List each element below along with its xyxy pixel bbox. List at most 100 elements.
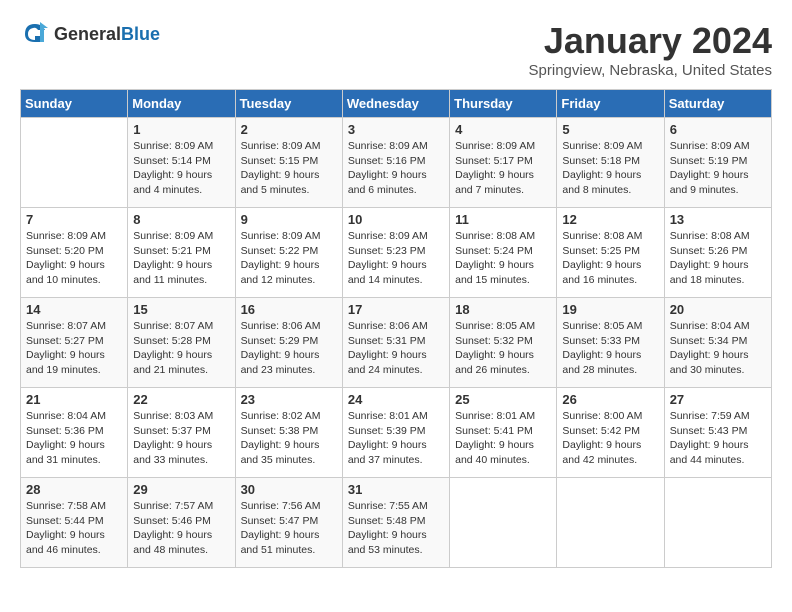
- calendar-cell: 28 Sunrise: 7:58 AM Sunset: 5:44 PM Dayli…: [21, 478, 128, 568]
- column-header-thursday: Thursday: [450, 90, 557, 118]
- calendar-cell: 4Sunrise: 8:09 AM Sunset: 5:17 PM Daylig…: [450, 118, 557, 208]
- week-row-1: 1Sunrise: 8:09 AM Sunset: 5:14 PM Daylig…: [21, 118, 772, 208]
- day-number: 19: [562, 302, 658, 317]
- day-number: 28: [26, 482, 122, 497]
- logo: GeneralBlue: [20, 20, 160, 48]
- calendar-cell: 1Sunrise: 8:09 AM Sunset: 5:14 PM Daylig…: [128, 118, 235, 208]
- day-info: Sunrise: 8:05 AM Sunset: 5:33 PM Dayligh…: [562, 319, 658, 378]
- day-info: Sunrise: 8:08 AM Sunset: 5:26 PM Dayligh…: [670, 229, 766, 288]
- day-number: 31: [348, 482, 444, 497]
- day-info: Sunrise: 7:56 AM Sunset: 5:47 PM Dayligh…: [241, 499, 337, 558]
- calendar-cell: [450, 478, 557, 568]
- location-title: Springview, Nebraska, United States: [529, 62, 772, 79]
- day-number: 24: [348, 392, 444, 407]
- day-number: 17: [348, 302, 444, 317]
- week-row-3: 14 Sunrise: 8:07 AM Sunset: 5:27 PM Dayli…: [21, 298, 772, 388]
- day-number: 30: [241, 482, 337, 497]
- day-info: Sunrise: 8:09 AM Sunset: 5:15 PM Dayligh…: [241, 139, 337, 198]
- day-number: 18: [455, 302, 551, 317]
- day-number: 25: [455, 392, 551, 407]
- day-info: Sunrise: 8:06 AM Sunset: 5:31 PM Dayligh…: [348, 319, 444, 378]
- calendar-cell: 29 Sunrise: 7:57 AM Sunset: 5:46 PM Dayli…: [128, 478, 235, 568]
- day-number: 3: [348, 122, 444, 137]
- calendar-cell: 10 Sunrise: 8:09 AM Sunset: 5:23 PM Dayli…: [342, 208, 449, 298]
- day-number: 9: [241, 212, 337, 227]
- calendar-cell: 9Sunrise: 8:09 AM Sunset: 5:22 PM Daylig…: [235, 208, 342, 298]
- calendar-cell: 17 Sunrise: 8:06 AM Sunset: 5:31 PM Dayli…: [342, 298, 449, 388]
- day-info: Sunrise: 8:02 AM Sunset: 5:38 PM Dayligh…: [241, 409, 337, 468]
- day-info: Sunrise: 7:58 AM Sunset: 5:44 PM Dayligh…: [26, 499, 122, 558]
- calendar-cell: [557, 478, 664, 568]
- calendar-cell: 22 Sunrise: 8:03 AM Sunset: 5:37 PM Dayli…: [128, 388, 235, 478]
- day-number: 29: [133, 482, 229, 497]
- month-title: January 2024: [529, 20, 772, 62]
- day-info: Sunrise: 7:59 AM Sunset: 5:43 PM Dayligh…: [670, 409, 766, 468]
- calendar-cell: 16Sunrise: 8:06 AM Sunset: 5:29 PM Dayli…: [235, 298, 342, 388]
- calendar-cell: 13Sunrise: 8:08 AM Sunset: 5:26 PM Dayli…: [664, 208, 771, 298]
- calendar-cell: 7 Sunrise: 8:09 AM Sunset: 5:20 PM Daylig…: [21, 208, 128, 298]
- calendar-cell: [21, 118, 128, 208]
- calendar-cell: 30 Sunrise: 7:56 AM Sunset: 5:47 PM Dayli…: [235, 478, 342, 568]
- calendar-cell: 3 Sunrise: 8:09 AM Sunset: 5:16 PM Daylig…: [342, 118, 449, 208]
- calendar-cell: [664, 478, 771, 568]
- column-header-sunday: Sunday: [21, 90, 128, 118]
- day-info: Sunrise: 8:09 AM Sunset: 5:16 PM Dayligh…: [348, 139, 444, 198]
- day-number: 15: [133, 302, 229, 317]
- day-info: Sunrise: 8:01 AM Sunset: 5:39 PM Dayligh…: [348, 409, 444, 468]
- day-info: Sunrise: 8:09 AM Sunset: 5:20 PM Dayligh…: [26, 229, 122, 288]
- day-number: 7: [26, 212, 122, 227]
- header-row: SundayMondayTuesdayWednesdayThursdayFrid…: [21, 90, 772, 118]
- day-number: 20: [670, 302, 766, 317]
- day-info: Sunrise: 8:08 AM Sunset: 5:24 PM Dayligh…: [455, 229, 551, 288]
- column-header-tuesday: Tuesday: [235, 90, 342, 118]
- day-number: 21: [26, 392, 122, 407]
- column-header-monday: Monday: [128, 90, 235, 118]
- calendar-cell: 11Sunrise: 8:08 AM Sunset: 5:24 PM Dayli…: [450, 208, 557, 298]
- day-number: 26: [562, 392, 658, 407]
- day-number: 2: [241, 122, 337, 137]
- day-number: 23: [241, 392, 337, 407]
- day-info: Sunrise: 8:03 AM Sunset: 5:37 PM Dayligh…: [133, 409, 229, 468]
- column-header-wednesday: Wednesday: [342, 90, 449, 118]
- calendar-cell: 2 Sunrise: 8:09 AM Sunset: 5:15 PM Daylig…: [235, 118, 342, 208]
- day-info: Sunrise: 8:09 AM Sunset: 5:19 PM Dayligh…: [670, 139, 766, 198]
- day-info: Sunrise: 7:55 AM Sunset: 5:48 PM Dayligh…: [348, 499, 444, 558]
- calendar-cell: 8Sunrise: 8:09 AM Sunset: 5:21 PM Daylig…: [128, 208, 235, 298]
- header: GeneralBlue January 2024 Springview, Neb…: [20, 20, 772, 79]
- calendar-cell: 27 Sunrise: 7:59 AM Sunset: 5:43 PM Dayli…: [664, 388, 771, 478]
- calendar-cell: 24 Sunrise: 8:01 AM Sunset: 5:39 PM Dayli…: [342, 388, 449, 478]
- day-info: Sunrise: 8:09 AM Sunset: 5:17 PM Dayligh…: [455, 139, 551, 198]
- day-info: Sunrise: 8:01 AM Sunset: 5:41 PM Dayligh…: [455, 409, 551, 468]
- day-number: 6: [670, 122, 766, 137]
- day-number: 5: [562, 122, 658, 137]
- calendar-cell: 21 Sunrise: 8:04 AM Sunset: 5:36 PM Dayli…: [21, 388, 128, 478]
- day-number: 8: [133, 212, 229, 227]
- day-info: Sunrise: 8:09 AM Sunset: 5:18 PM Dayligh…: [562, 139, 658, 198]
- week-row-5: 28 Sunrise: 7:58 AM Sunset: 5:44 PM Dayli…: [21, 478, 772, 568]
- calendar-cell: 25 Sunrise: 8:01 AM Sunset: 5:41 PM Dayli…: [450, 388, 557, 478]
- week-row-4: 21 Sunrise: 8:04 AM Sunset: 5:36 PM Dayli…: [21, 388, 772, 478]
- day-info: Sunrise: 7:57 AM Sunset: 5:46 PM Dayligh…: [133, 499, 229, 558]
- day-info: Sunrise: 8:05 AM Sunset: 5:32 PM Dayligh…: [455, 319, 551, 378]
- day-number: 22: [133, 392, 229, 407]
- calendar-cell: 26 Sunrise: 8:00 AM Sunset: 5:42 PM Dayli…: [557, 388, 664, 478]
- day-number: 10: [348, 212, 444, 227]
- week-row-2: 7 Sunrise: 8:09 AM Sunset: 5:20 PM Daylig…: [21, 208, 772, 298]
- calendar-cell: 23 Sunrise: 8:02 AM Sunset: 5:38 PM Dayli…: [235, 388, 342, 478]
- calendar-cell: 14 Sunrise: 8:07 AM Sunset: 5:27 PM Dayli…: [21, 298, 128, 388]
- day-number: 27: [670, 392, 766, 407]
- calendar-cell: 19 Sunrise: 8:05 AM Sunset: 5:33 PM Dayli…: [557, 298, 664, 388]
- day-number: 16: [241, 302, 337, 317]
- column-header-friday: Friday: [557, 90, 664, 118]
- day-info: Sunrise: 8:07 AM Sunset: 5:27 PM Dayligh…: [26, 319, 122, 378]
- day-info: Sunrise: 8:08 AM Sunset: 5:25 PM Dayligh…: [562, 229, 658, 288]
- day-info: Sunrise: 8:04 AM Sunset: 5:36 PM Dayligh…: [26, 409, 122, 468]
- column-header-saturday: Saturday: [664, 90, 771, 118]
- day-number: 14: [26, 302, 122, 317]
- day-info: Sunrise: 8:04 AM Sunset: 5:34 PM Dayligh…: [670, 319, 766, 378]
- day-info: Sunrise: 8:09 AM Sunset: 5:23 PM Dayligh…: [348, 229, 444, 288]
- title-area: January 2024 Springview, Nebraska, Unite…: [529, 20, 772, 79]
- calendar-cell: 31 Sunrise: 7:55 AM Sunset: 5:48 PM Dayli…: [342, 478, 449, 568]
- logo-icon: [20, 20, 50, 48]
- day-info: Sunrise: 8:00 AM Sunset: 5:42 PM Dayligh…: [562, 409, 658, 468]
